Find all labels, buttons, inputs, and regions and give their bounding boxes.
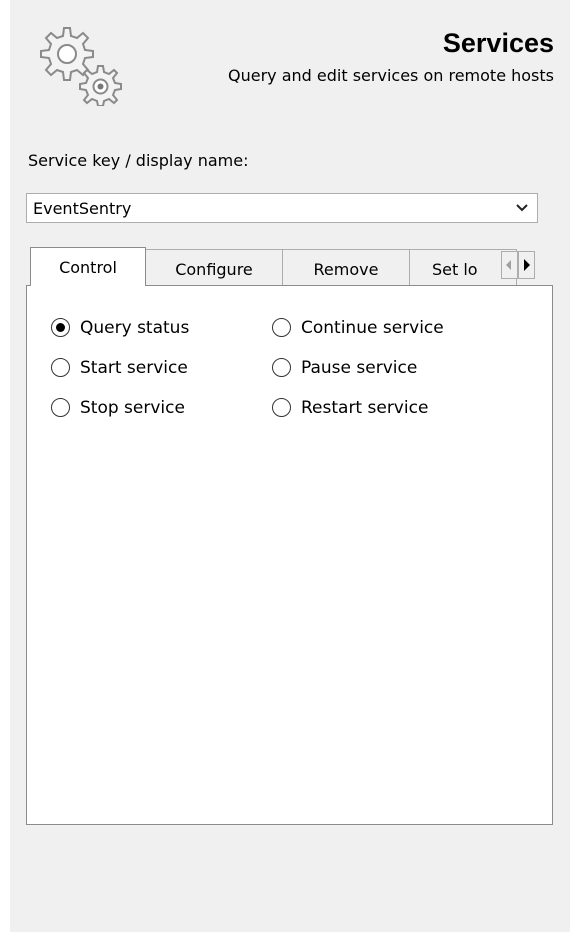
tab-label: Set lo bbox=[432, 260, 478, 279]
tab-scroll-right-button[interactable] bbox=[518, 251, 535, 279]
radio-label: Continue service bbox=[301, 318, 444, 338]
radio-label: Pause service bbox=[301, 358, 418, 378]
radio-selected-dot bbox=[56, 323, 65, 332]
radio-button[interactable] bbox=[51, 358, 70, 377]
tab-label: Remove bbox=[313, 260, 379, 279]
radio-button[interactable] bbox=[272, 318, 291, 337]
radio-button[interactable] bbox=[272, 398, 291, 417]
arrow-right-icon bbox=[524, 259, 530, 271]
radio-label: Stop service bbox=[80, 398, 185, 418]
radio-label: Query status bbox=[80, 318, 190, 338]
service-key-label: Service key / display name: bbox=[28, 151, 249, 170]
arrow-left-icon bbox=[506, 260, 511, 270]
radio-label: Start service bbox=[80, 358, 188, 378]
radio-button[interactable] bbox=[51, 318, 70, 337]
radio-button[interactable] bbox=[51, 398, 70, 417]
page-subtitle: Query and edit services on remote hosts bbox=[228, 66, 554, 85]
chevron-down-icon[interactable] bbox=[515, 203, 529, 213]
tab-remove[interactable]: Remove bbox=[282, 249, 410, 286]
services-panel: Services Query and edit services on remo… bbox=[10, 0, 570, 932]
tab-label: Control bbox=[59, 258, 117, 277]
page-title: Services bbox=[442, 28, 554, 58]
tab-configure[interactable]: Configure bbox=[145, 249, 283, 286]
tab-scroll-left-button[interactable] bbox=[501, 251, 518, 279]
radio-label: Restart service bbox=[301, 398, 429, 418]
tab-label: Configure bbox=[175, 260, 253, 279]
control-tab-panel: Query status Start service Stop service … bbox=[26, 285, 553, 825]
service-key-combobox[interactable]: EventSentry bbox=[26, 193, 538, 223]
gears-icon bbox=[40, 27, 122, 106]
radio-button[interactable] bbox=[272, 358, 291, 377]
tab-control[interactable]: Control bbox=[30, 247, 146, 286]
service-key-value: EventSentry bbox=[33, 199, 132, 218]
